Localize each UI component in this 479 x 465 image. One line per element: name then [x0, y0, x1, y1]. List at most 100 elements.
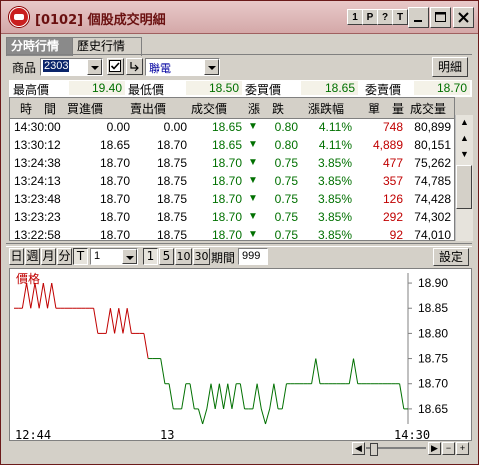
settings-button[interactable]: 設定	[433, 248, 469, 266]
product-code-value: 2303	[43, 60, 70, 72]
topmost-button[interactable]: T	[392, 9, 408, 25]
price-line-segment	[260, 408, 266, 425]
table-cell: 18.65	[211, 120, 242, 134]
minimize-button[interactable]	[408, 7, 429, 28]
table-cell: 18.65	[211, 138, 242, 152]
zoom-out-icon[interactable]: −	[442, 442, 455, 455]
table-cell: 13:23:23	[14, 210, 61, 224]
col-volume[interactable]: 單 量	[368, 100, 404, 117]
price-chart[interactable]: 價格 18.90 18.85 18.80 18.75 18.70 18.65	[9, 268, 472, 441]
period-input[interactable]: 999	[238, 248, 268, 265]
price-line-segment	[353, 358, 359, 384]
col-ask[interactable]: 賣出價	[130, 100, 166, 117]
y-tick-label: 18.85	[418, 301, 448, 315]
scroll-thumb[interactable]	[456, 165, 472, 209]
down-arrow-icon: ▼	[248, 193, 258, 204]
table-cell: 18.70	[211, 192, 242, 206]
link-toggle-button[interactable]	[126, 58, 143, 75]
price-line-segment	[21, 282, 28, 309]
price-line-segment	[47, 282, 53, 309]
y-tick-label: 18.70	[418, 377, 448, 391]
trade-detail-table: 時 間 買進價 賣出價 成交價 漲 跌 漲跌幅 單 量 成交量 14:30:00…	[9, 97, 455, 241]
zoom-in-icon[interactable]: +	[456, 442, 469, 455]
table-cell: 13:22:58	[14, 228, 61, 241]
bid-price-label: 委買價	[245, 83, 282, 97]
table-cell: 80,151	[414, 138, 451, 152]
col-time[interactable]: 時 間	[20, 100, 56, 117]
period-input-value: 999	[242, 250, 261, 262]
interval-combo[interactable]: 1	[90, 248, 138, 265]
minimize-icon	[414, 20, 422, 22]
price-line-segment	[210, 383, 216, 409]
table-row[interactable]: 13:22:58 18.70 18.75 18.70 0.75 ▼ 3.85% 92 74,01…	[10, 226, 454, 241]
price-line-chart: 價格 18.90 18.85 18.80 18.75 18.70 18.65	[14, 271, 448, 425]
checkmark-icon	[109, 60, 121, 72]
period-day-button[interactable]: 日	[9, 248, 24, 265]
scroll-down-icon[interactable]: ▼	[456, 147, 473, 163]
zoom-thumb[interactable]	[370, 443, 378, 456]
table-cell: 748	[382, 120, 403, 134]
table-cell: 18.70	[211, 156, 242, 170]
table-row[interactable]: 13:24:13 18.70 18.75 18.70 0.75 ▼ 3.85% 357 74,7…	[10, 172, 454, 190]
table-cell: 13:30:12	[14, 138, 61, 152]
table-cell: 74,428	[414, 192, 451, 206]
price-line-segment	[160, 358, 166, 384]
table-cell: 0.00	[106, 120, 130, 134]
chart-title: 價格	[16, 271, 40, 286]
table-cell: 0.80	[274, 120, 298, 134]
down-arrow-icon: ▼	[248, 211, 258, 222]
checkbox-toggle[interactable]	[107, 58, 124, 75]
period-tick-button[interactable]: T	[73, 248, 88, 265]
title-bar[interactable]: [0102] 個股成交明細 1 P ? T	[1, 1, 478, 34]
dropdown-arrow-icon[interactable]	[122, 249, 137, 264]
table-row[interactable]: 13:30:12 18.65 18.70 18.65 0.80 ▼ 4.11% 4,889 80…	[10, 136, 454, 154]
product-code-combo[interactable]: 2303	[40, 58, 103, 76]
price-line-segment	[218, 383, 225, 409]
pane-splitter[interactable]	[6, 243, 472, 247]
col-bid[interactable]: 買進價	[67, 100, 103, 117]
table-cell: 18.70	[99, 210, 130, 224]
table-cell: 3.85%	[317, 156, 352, 170]
table-row[interactable]: 13:23:23 18.70 18.75 18.70 0.75 ▼ 3.85% 292 74,3…	[10, 208, 454, 226]
help-button[interactable]: ?	[377, 9, 393, 25]
period-week-button[interactable]: 週	[25, 248, 40, 265]
col-change-pct[interactable]: 漲跌幅	[308, 100, 344, 117]
period-label: 期間	[211, 251, 236, 265]
scroll-up-icon[interactable]: ▲	[456, 131, 473, 147]
maximize-button[interactable]	[430, 7, 451, 28]
minute-10-button[interactable]: 10	[175, 248, 192, 265]
table-cell: 477	[382, 156, 403, 170]
high-price-label: 最高價	[13, 83, 50, 97]
col-price[interactable]: 成交價	[191, 100, 227, 117]
table-cell: 18.70	[99, 174, 130, 188]
print-button[interactable]: P	[362, 9, 378, 25]
detail-button[interactable]: 明細	[432, 57, 468, 77]
price-line-segment	[269, 383, 275, 409]
scroll-top-icon[interactable]: ▲	[456, 115, 473, 131]
table-cell: 0.75	[274, 210, 298, 224]
scroll-left-icon[interactable]: ◀	[352, 442, 365, 455]
scroll-right-icon[interactable]: ▶	[428, 442, 441, 455]
minute-5-button[interactable]: 5	[159, 248, 174, 265]
close-button[interactable]	[453, 7, 474, 28]
period-month-button[interactable]: 月	[41, 248, 56, 265]
price-line-segment	[227, 383, 233, 409]
table-cell: 18.70	[211, 210, 242, 224]
table-row[interactable]: 13:23:48 18.70 18.75 18.70 0.75 ▼ 3.85% 126 74,4…	[10, 190, 454, 208]
table-row[interactable]: 14:30:00 0.00 0.00 18.65 0.80 ▼ 4.11% 748 80,899	[10, 118, 454, 136]
table-scrollbar[interactable]: ▲ ▲ ▼	[455, 115, 473, 241]
table-cell: 13:24:38	[14, 156, 61, 170]
col-change[interactable]: 漲 跌	[248, 100, 284, 117]
dropdown-arrow-icon[interactable]	[87, 59, 102, 75]
col-total-volume[interactable]: 成交量	[410, 100, 446, 117]
x-tick-mid: 13	[160, 428, 175, 442]
dropdown-arrow-icon[interactable]	[204, 59, 219, 75]
table-row[interactable]: 13:24:38 18.70 18.75 18.70 0.75 ▼ 3.85% 477 75,2…	[10, 154, 454, 172]
table-cell: 18.70	[211, 228, 242, 241]
price-line-segment	[114, 308, 120, 334]
period-minute-button[interactable]: 分	[57, 248, 72, 265]
product-name-combo[interactable]: 聯電	[145, 58, 220, 76]
minute-30-button[interactable]: 30	[193, 248, 210, 265]
link-button[interactable]: 1	[347, 9, 363, 25]
minute-1-button[interactable]: 1	[143, 248, 158, 265]
